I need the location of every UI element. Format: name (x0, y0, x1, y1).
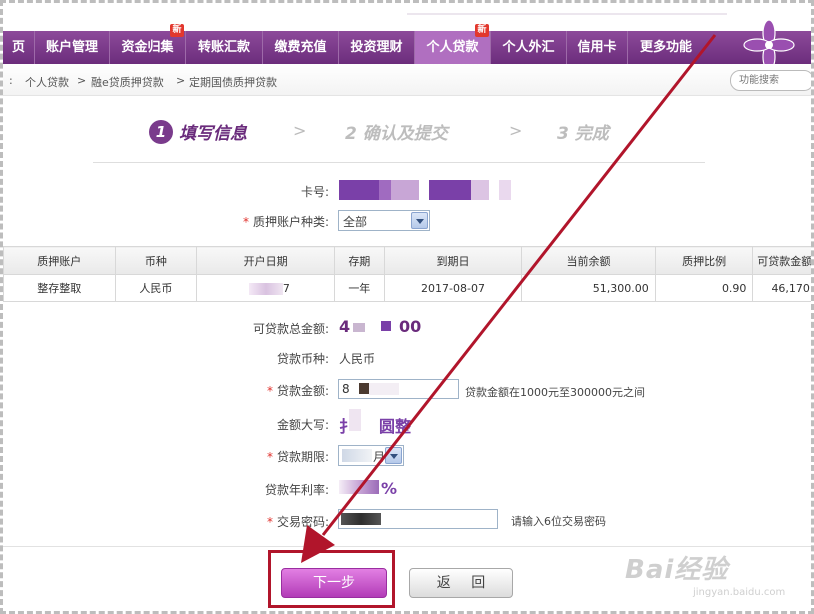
table-cell: 51,300.00 (521, 274, 656, 302)
loan-amount-input[interactable]: 8 (338, 379, 459, 399)
nav-item-label: 转账汇款 (197, 40, 250, 55)
step-number-badge: 1 (149, 120, 173, 144)
breadcrumb-item[interactable]: 个人贷款 (25, 74, 69, 90)
masked-digits (353, 323, 365, 332)
table-cell: 整存整取 (3, 274, 116, 302)
highlight-box (268, 550, 395, 608)
loan-currency-value: 人民币 (339, 352, 376, 366)
nav-item-credit-card[interactable]: 信用卡 (567, 31, 628, 64)
breadcrumb-item[interactable]: 融e贷质押贷款 (91, 74, 164, 90)
card-number-label: 卡号: (300, 185, 329, 199)
column-header: 存期 (333, 246, 385, 275)
nav-item-label: 个人贷款 (426, 40, 479, 55)
browser-page: 页 账户管理 资金归集 转账汇款 缴费充值 投资理财 个人贷款 个人外汇 信用卡… (0, 0, 814, 614)
nav-item-transfer[interactable]: 转账汇款 (186, 31, 263, 64)
nav-item-label: 信用卡 (577, 40, 617, 55)
chevron-down-icon (385, 447, 402, 464)
divider (3, 546, 811, 547)
annual-rate-unit: % (381, 479, 398, 498)
table-row[interactable]: 整存整取 人民币 7 一年 2017-08-07 51,300.00 0.90 … (3, 274, 811, 302)
loan-term-select[interactable]: 月 (338, 445, 404, 466)
column-header: 开户日期 (196, 246, 335, 275)
step-fill-info: 填写信息 (179, 124, 247, 144)
table-cell: 0.90 (654, 274, 754, 302)
nav-item-label: 账户管理 (45, 40, 98, 55)
column-header: 当前余额 (521, 246, 656, 275)
annual-rate-label: 贷款年利率: (264, 483, 329, 497)
breadcrumb-separator: > (77, 74, 87, 87)
nav-item-label: 投资理财 (350, 40, 403, 55)
chevron-right-icon: > (293, 121, 307, 140)
amount-in-words-label: 金额大写: (276, 418, 329, 432)
column-header: 可贷款金额 (752, 246, 811, 275)
loan-term-label: * 贷款期限: (266, 450, 329, 464)
nav-item-label: 更多功能 (639, 40, 692, 55)
chevron-right-icon: > (509, 121, 523, 140)
chevron-down-icon (411, 212, 428, 229)
nav-item-more[interactable]: 更多功能 (628, 31, 704, 64)
breadcrumb: : 个人贷款 > 融e贷质押贷款 > 定期国债质押贷款 功能搜索 (3, 64, 811, 96)
divider (93, 162, 705, 163)
pledge-type-label: * 质押账户种类: (242, 215, 329, 229)
breadcrumb-prefix: : (9, 74, 13, 87)
total-loanable-label: 可贷款总金额: (252, 322, 329, 336)
table-cell-open-date: 7 (196, 274, 335, 302)
column-header: 质押比例 (654, 246, 754, 275)
amount-in-words-suffix: 圆整 (379, 417, 412, 436)
nav-item-label: 缴费充值 (274, 40, 327, 55)
loan-amount-label: * 贷款金额: (266, 384, 329, 398)
main-nav: 页 账户管理 资金归集 转账汇款 缴费充值 投资理财 个人贷款 个人外汇 信用卡… (3, 31, 811, 64)
nav-item-label: 页 (11, 40, 25, 55)
total-loanable-value-prefix: 4 (339, 317, 351, 336)
loan-amount-value: 8 (342, 382, 350, 396)
breadcrumb-separator: > (176, 74, 186, 87)
new-badge: 新 (170, 24, 184, 37)
nav-item-investment[interactable]: 投资理财 (339, 31, 415, 64)
pledge-account-table: 质押账户 币种 开户日期 存期 到期日 当前余额 质押比例 可贷款金额 整存整取… (3, 246, 811, 302)
column-header: 质押账户 (3, 246, 116, 275)
nav-item-account[interactable]: 账户管理 (35, 31, 110, 64)
masked-text (349, 409, 361, 431)
transaction-password-label: * 交易密码: (266, 515, 329, 529)
transaction-password-input[interactable] (338, 509, 498, 529)
watermark-logo-text: Bai经验 (625, 555, 729, 585)
breadcrumb-item: 定期国债质押贷款 (189, 76, 277, 89)
masked-digits (342, 449, 372, 462)
function-search-input[interactable]: 功能搜索 (730, 70, 811, 91)
nav-item-forex[interactable]: 个人外汇 (491, 31, 567, 64)
pledge-type-select[interactable]: 全部 (338, 210, 430, 231)
transaction-password-hint: 请输入6位交易密码 (511, 515, 606, 528)
column-header: 币种 (114, 246, 198, 275)
step-complete: 3 完成 (557, 124, 609, 144)
nav-item-home[interactable]: 页 (3, 31, 35, 64)
back-button[interactable]: 返 回 (409, 568, 513, 598)
watermark-url: jingyan.baidu.com (693, 587, 786, 598)
loan-term-unit: 月 (373, 450, 386, 464)
table-cell: 46,170 (752, 274, 811, 302)
baidu-jingyan-watermark: Bai经验 jingyan.baidu.com (625, 549, 785, 598)
masked-digits (381, 321, 391, 331)
card-number-value (339, 180, 511, 200)
table-header-row: 质押账户 币种 开户日期 存期 到期日 当前余额 质押比例 可贷款金额 (3, 246, 811, 275)
top-strip (3, 3, 811, 31)
nav-item-label: 个人外汇 (502, 40, 555, 55)
pledge-type-selected: 全部 (343, 215, 368, 229)
nav-item-label: 资金归集 (121, 40, 174, 55)
table-cell: 一年 (333, 274, 385, 302)
step-confirm-submit: 2 确认及提交 (345, 124, 448, 144)
nav-item-payment[interactable]: 缴费充值 (263, 31, 339, 64)
loan-currency-label: 贷款币种: (276, 352, 329, 366)
table-cell: 人民币 (114, 274, 198, 302)
masked-digits (339, 480, 379, 494)
column-header: 到期日 (383, 246, 523, 275)
new-badge: 新 (475, 24, 489, 37)
table-cell: 2017-08-07 (383, 274, 523, 302)
loan-amount-hint: 贷款金额在1000元至300000元之间 (465, 386, 645, 399)
total-loanable-value-suffix: 00 (399, 317, 422, 336)
